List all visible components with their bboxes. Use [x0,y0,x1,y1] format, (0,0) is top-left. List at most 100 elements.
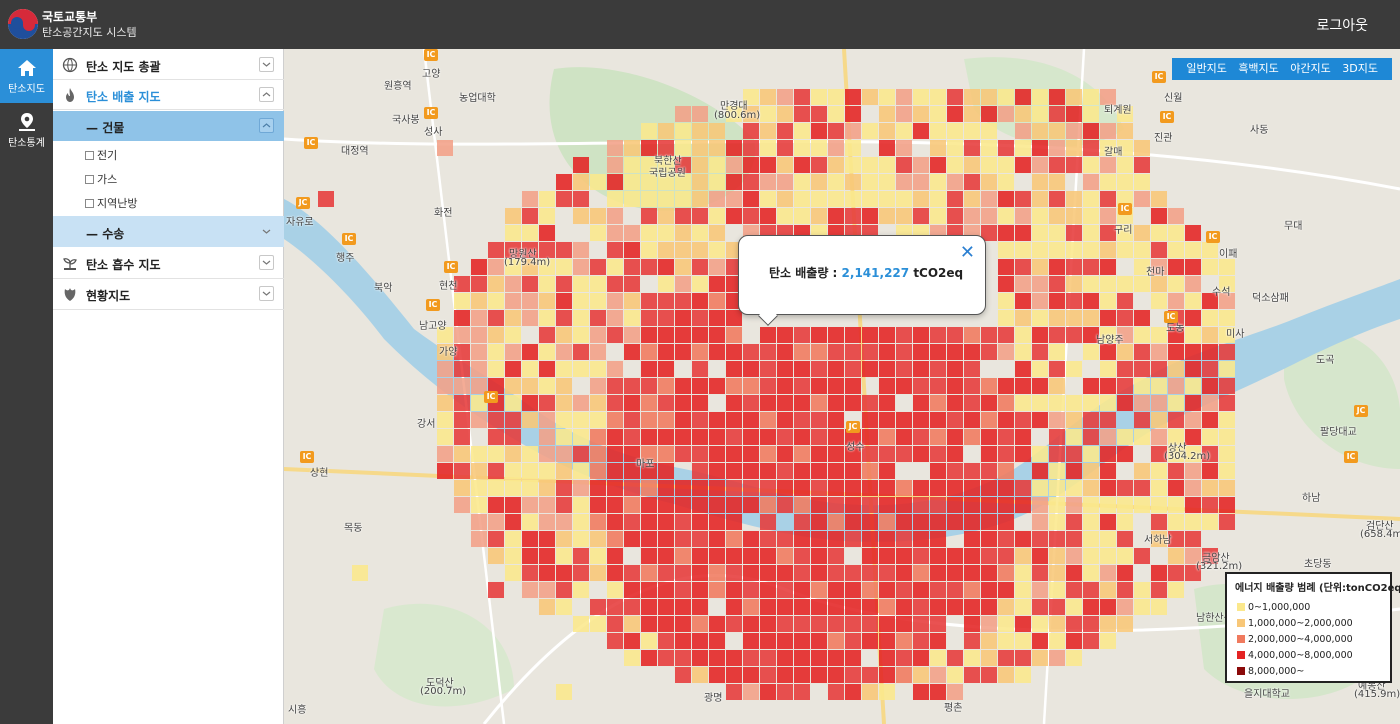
emission-cell [1219,429,1235,445]
logout-button[interactable]: 로그아웃 [1316,15,1368,35]
emission-cell [1083,463,1099,479]
emission-cell [709,242,725,258]
submenu-transport[interactable]: — 수송 [53,216,284,247]
emission-cell [1049,89,1065,105]
emission-cell [1219,514,1235,530]
checkbox-gas[interactable]: 가스 [85,171,117,187]
emission-cell [896,174,912,190]
rail-item-carbon-stats[interactable]: 탄소통계 [0,103,53,157]
emission-cell [658,395,674,411]
emission-cell [794,174,810,190]
emission-cell [709,208,725,224]
emission-cell [590,463,606,479]
emission-cell [913,480,929,496]
chevron-down-icon[interactable] [259,286,274,301]
ic-badge-icon: IC [424,49,438,61]
emission-cell [879,89,895,105]
chevron-down-icon[interactable] [259,255,274,270]
emission-cell [488,463,504,479]
emission-cell [607,480,623,496]
emission-cell [828,531,844,547]
chevron-down-icon[interactable] [262,228,271,235]
emission-cell [1015,106,1031,122]
home-icon [17,60,36,76]
emission-cell [828,208,844,224]
emission-cell [658,616,674,632]
emission-cell [454,429,470,445]
checkbox-district-heating[interactable]: 지역난방 [85,195,137,211]
close-icon[interactable]: ✕ [960,242,975,263]
carbon-map[interactable]: 원흥역 고양 농업대학 만경대 (800.6m) 북한산 국립공원 대정역 국사… [284,49,1400,724]
emission-cell [539,293,555,309]
chevron-down-icon[interactable] [259,57,274,72]
emission-cell [590,531,606,547]
emission-cell [624,599,640,615]
map-label: 국사봉 [392,115,420,126]
emission-cell [1117,514,1133,530]
emission-cell [913,599,929,615]
menu-carbon-overview[interactable]: 탄소 지도 총괄 [53,49,284,80]
checkbox-box[interactable] [85,151,94,160]
ic-badge-icon: IC [1118,203,1132,215]
emission-cell [947,361,963,377]
emission-cell [556,344,572,360]
globe-icon [62,57,78,73]
emission-cell [828,463,844,479]
emission-cell [743,140,759,156]
emission-cell [743,684,759,700]
rail-item-carbon-map[interactable]: 탄소지도 [0,49,53,103]
emission-cell [845,684,861,700]
emission-cell [692,446,708,462]
emission-cell [1049,208,1065,224]
system-name: 탄소공간지도 시스템 [42,26,137,39]
emission-cell [828,616,844,632]
emission-cell [794,412,810,428]
emission-cell [641,361,657,377]
emission-cell [1015,310,1031,326]
emission-cell [811,667,827,683]
chevron-up-icon[interactable] [259,87,274,102]
emission-cell [590,429,606,445]
emission-cell [607,463,623,479]
emission-cell [879,463,895,479]
menu-carbon-absorption[interactable]: 탄소 흡수 지도 [53,248,284,279]
emission-cell [998,446,1014,462]
emission-cell [573,208,589,224]
basemap-general[interactable]: 일반지도 [1186,62,1226,75]
emission-cell [675,395,691,411]
menu-carbon-emission[interactable]: 탄소 배출 지도 [53,80,284,110]
emission-cell [1168,514,1184,530]
basemap-night[interactable]: 야간지도 [1290,62,1330,75]
chevron-up-icon[interactable] [259,118,274,133]
emission-cell [998,191,1014,207]
emission-cell [658,259,674,275]
emission-cell [505,293,521,309]
emission-cell [811,412,827,428]
emission-cell [505,378,521,394]
emission-cell [1134,429,1150,445]
emission-cell [1032,480,1048,496]
checkbox-box[interactable] [85,175,94,184]
emission-cell [794,531,810,547]
checkbox-box[interactable] [85,199,94,208]
emission-cell [505,514,521,530]
emission-cell [709,259,725,275]
emission-cell [947,89,963,105]
emission-cell [726,429,742,445]
menu-status-map[interactable]: 현황지도 [53,279,284,310]
emission-cell [879,497,895,513]
emission-cell [488,480,504,496]
emission-cell [930,140,946,156]
checkbox-electricity[interactable]: 전기 [85,147,117,163]
emission-cell [505,225,521,241]
emission-cell [454,463,470,479]
emission-cell [913,633,929,649]
emission-cell [998,259,1014,275]
submenu-building[interactable]: — 건물 [53,111,284,141]
emission-cell [1083,565,1099,581]
emission-cell [777,463,793,479]
basemap-3d[interactable]: 3D지도 [1342,62,1378,75]
basemap-grayscale[interactable]: 흑백지도 [1238,62,1278,75]
emission-cell [505,446,521,462]
emission-cell [573,548,589,564]
